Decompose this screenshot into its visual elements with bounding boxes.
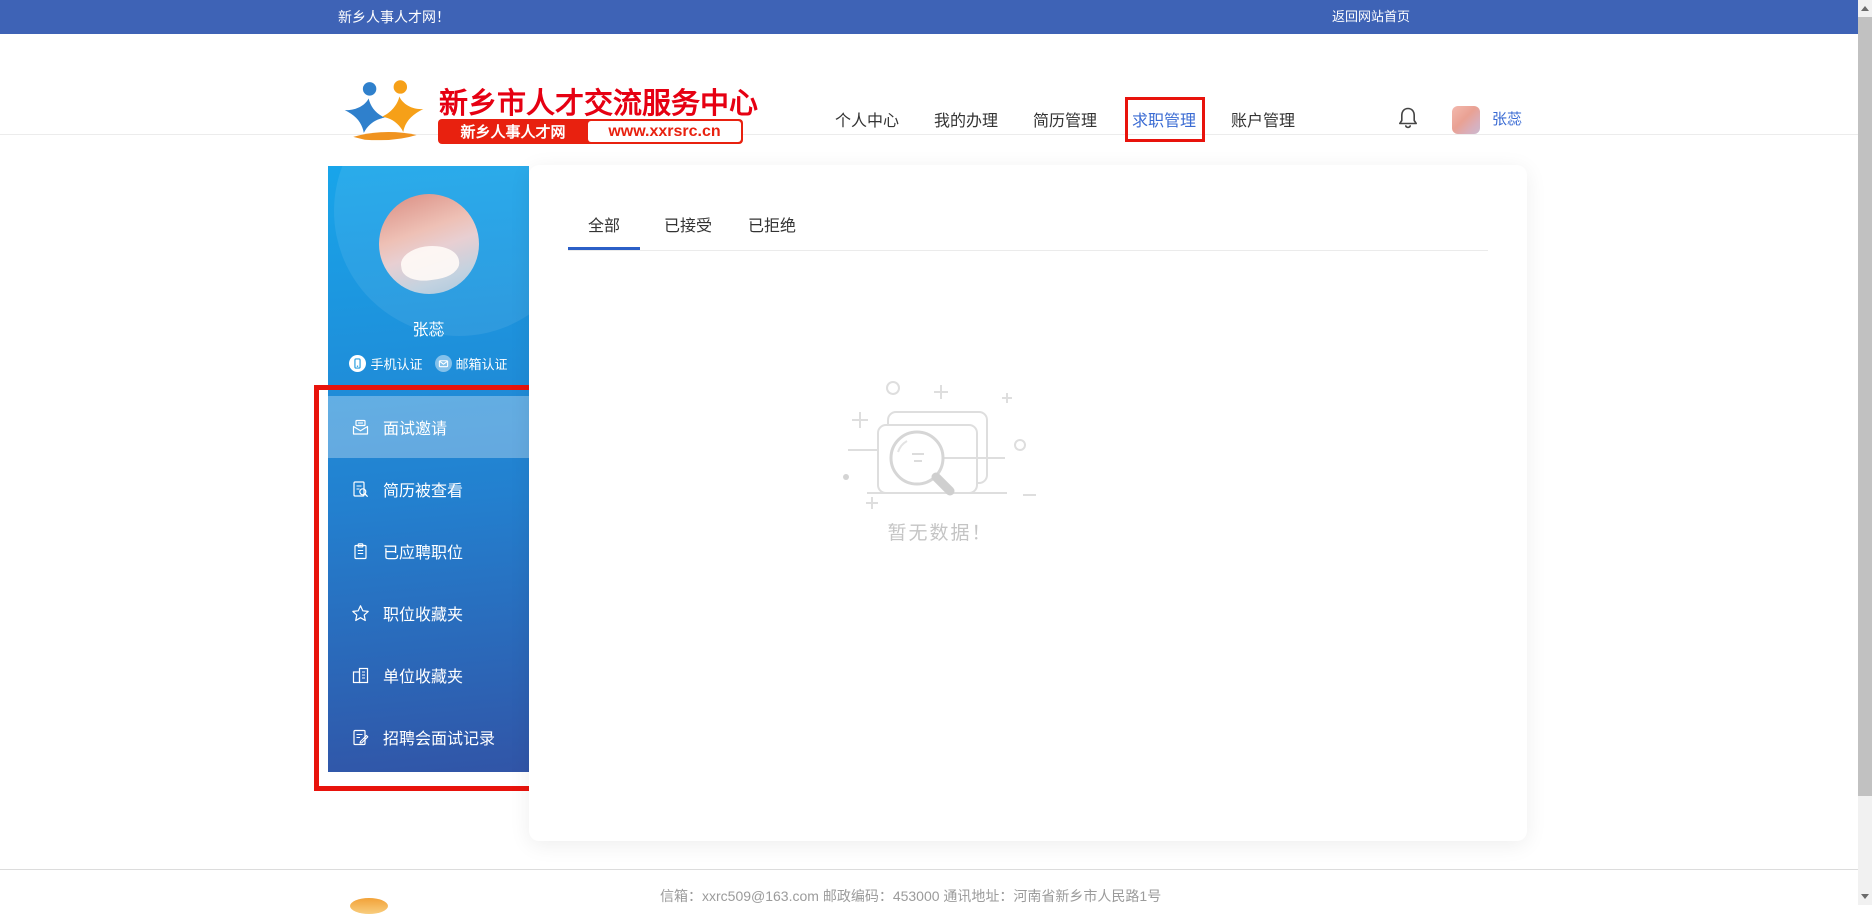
phone-verification-badge: 手机认证 <box>349 354 422 373</box>
phone-verified-icon <box>349 355 366 372</box>
sidebar-item-label: 招聘会面试记录 <box>383 725 495 749</box>
nav-my-processing[interactable]: 我的办理 <box>934 107 998 131</box>
verification-badges: 手机认证 邮箱认证 <box>328 354 529 373</box>
nav-job-seeking-management[interactable]: 求职管理 <box>1132 107 1196 131</box>
header-avatar[interactable] <box>1452 106 1480 134</box>
banner-site-name: 新乡人事人才网 <box>438 121 588 142</box>
sidebar-item-interview-invitations[interactable]: 面试邀请 <box>328 396 529 458</box>
envelope-icon <box>351 418 370 437</box>
logo-banner: 新乡人事人才网 www.xxrsrc.cn <box>438 119 743 144</box>
sidebar-item-resume-viewed[interactable]: 简历被查看 <box>328 458 529 520</box>
scrollbar-up-arrow-icon[interactable] <box>1858 0 1872 17</box>
sidebar: 张蕊 手机认证 邮箱认证 面试邀请 <box>328 166 529 772</box>
mail-unverified-icon <box>435 355 452 372</box>
nav-resume-management[interactable]: 简历管理 <box>1033 107 1097 131</box>
tab-rejected[interactable]: 已拒绝 <box>736 212 808 250</box>
footer-contact-info: 信箱：xxrc509@163.com 邮政编码：453000 通讯地址：河南省新… <box>660 886 1020 906</box>
sidebar-item-label: 简历被查看 <box>383 477 463 501</box>
scrollbar[interactable] <box>1858 0 1872 905</box>
header-username[interactable]: 张蕊 <box>1492 68 1522 169</box>
company-icon <box>351 666 370 685</box>
empty-state-illustration <box>840 380 1040 520</box>
nav-account-management[interactable]: 账户管理 <box>1231 107 1295 131</box>
main-nav: 个人中心 我的办理 简历管理 求职管理 账户管理 <box>835 68 1295 169</box>
resume-viewed-icon <box>351 480 370 499</box>
phone-badge-label: 手机认证 <box>370 354 422 373</box>
user-avatar[interactable] <box>379 194 479 294</box>
sidebar-item-company-favorites[interactable]: 单位收藏夹 <box>328 644 529 706</box>
nav-personal-center[interactable]: 个人中心 <box>835 107 899 131</box>
page: 新乡人事人才网！ 返回网站首页 新乡市人才交流服务中心 新乡人事人才网 www.… <box>0 0 1872 905</box>
sidebar-item-label: 已应聘职位 <box>383 539 463 563</box>
sidebar-item-label: 单位收藏夹 <box>383 663 463 687</box>
back-home-link[interactable]: 返回网站首页 <box>1332 0 1410 34</box>
tab-divider <box>568 250 1488 251</box>
tab-all[interactable]: 全部 <box>568 212 640 250</box>
sidebar-item-job-favorites[interactable]: 职位收藏夹 <box>328 582 529 644</box>
bell-icon[interactable] <box>1396 105 1420 131</box>
scrollbar-thumb[interactable] <box>1858 17 1872 796</box>
empty-state-text: 暂无数据！ <box>836 518 1044 545</box>
sidebar-item-label: 职位收藏夹 <box>383 601 463 625</box>
mail-verification-badge: 邮箱认证 <box>435 354 508 373</box>
applied-jobs-icon <box>351 542 370 561</box>
header: 新乡市人才交流服务中心 新乡人事人才网 www.xxrsrc.cn 个人中心 我… <box>0 34 1858 135</box>
footer-logo-icon <box>350 898 388 914</box>
sidebar-username: 张蕊 <box>328 316 529 340</box>
banner-url: www.xxrsrc.cn <box>588 121 741 142</box>
sidebar-menu: 面试邀请 简历被查看 已应聘职位 <box>328 396 529 768</box>
topbar-site-link[interactable]: 新乡人事人才网！ <box>338 0 450 34</box>
sidebar-item-label: 面试邀请 <box>383 415 447 439</box>
star-icon <box>351 604 370 623</box>
status-tabs: 全部 已接受 已拒绝 <box>568 212 808 250</box>
footer-divider <box>0 869 1858 870</box>
mail-badge-label: 邮箱认证 <box>456 354 508 373</box>
sidebar-item-job-fair-interview-records[interactable]: 招聘会面试记录 <box>328 706 529 768</box>
sidebar-item-applied-jobs[interactable]: 已应聘职位 <box>328 520 529 582</box>
tab-accepted[interactable]: 已接受 <box>652 212 724 250</box>
interview-record-icon <box>351 728 370 747</box>
scrollbar-down-arrow-icon[interactable] <box>1858 888 1872 905</box>
org-title: 新乡市人才交流服务中心 <box>439 80 758 122</box>
topbar: 新乡人事人才网！ 返回网站首页 <box>0 0 1858 34</box>
logo-icon <box>336 78 432 142</box>
content-card: 全部 已接受 已拒绝 暂 <box>529 165 1527 841</box>
